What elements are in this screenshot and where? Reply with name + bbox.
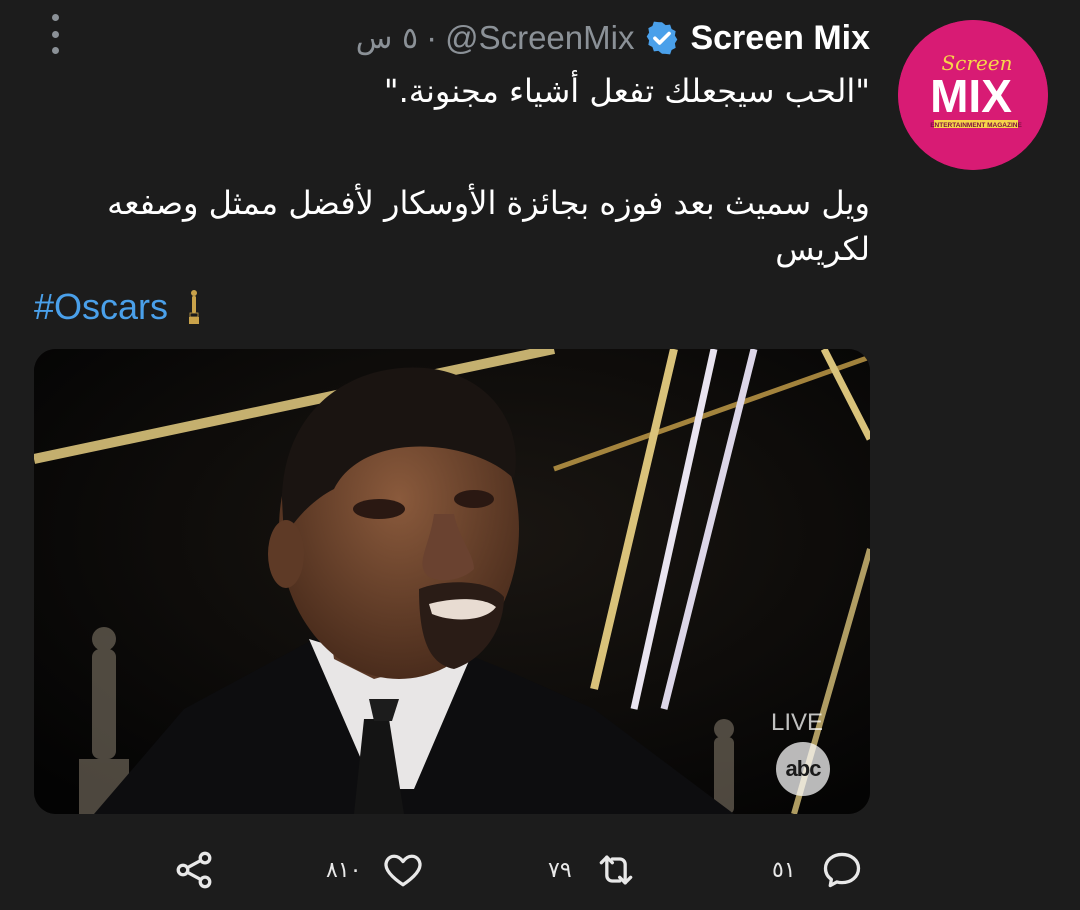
screenmix-logo: Screen MIX ENTERTAINMENT MAGAZINE <box>898 20 1048 170</box>
reply-button[interactable]: ٥١ <box>772 840 864 900</box>
author-avatar[interactable]: Screen MIX ENTERTAINMENT MAGAZINE <box>898 20 1048 170</box>
heart-icon <box>384 854 423 887</box>
share-icon <box>176 851 212 889</box>
live-badge: LIVE <box>770 709 824 736</box>
header-separator: · <box>426 19 438 56</box>
tweet-text-body: ويل سميث بعد فوزه بجائزة الأوسكار لأفضل … <box>107 184 870 222</box>
author-handle[interactable]: @ScreenMix <box>445 19 634 57</box>
oscar-statuette-icon <box>189 290 200 324</box>
reply-count: ٥١ <box>772 857 796 883</box>
tweet-text-body-continued: لكريس <box>775 230 870 268</box>
retweet-button[interactable]: ٧٩ <box>548 840 638 900</box>
oscars-stage-photo <box>34 349 870 814</box>
abc-network-logo: abc <box>776 742 830 796</box>
logo-main-text: MIX <box>930 70 1012 122</box>
like-button[interactable]: ٨١٠ <box>326 840 425 900</box>
like-count: ٨١٠ <box>326 857 362 883</box>
more-vertical-icon[interactable] <box>44 14 66 54</box>
logo-sub-text: ENTERTAINMENT MAGAZINE <box>930 122 1022 129</box>
tweet-action-bar: ٥١ ٧٩ ٨١٠ <box>0 840 1080 900</box>
hashtag-link[interactable]: #Oscars <box>34 286 168 328</box>
retweet-count: ٧٩ <box>548 857 572 883</box>
verified-badge-icon <box>647 21 678 55</box>
tweet-timestamp[interactable]: ٥ س <box>356 21 418 56</box>
retweet-icon <box>599 855 632 885</box>
tweet-header: Screen Mix @ScreenMix · ٥ س <box>356 16 870 60</box>
tweet-media-image[interactable]: LIVE abc <box>34 349 870 814</box>
hashtag-row: #Oscars <box>34 284 202 330</box>
tweet-text-quote: "الحب سيجعلك تفعل أشياء مجنونة." <box>383 72 870 110</box>
reply-icon <box>823 852 860 888</box>
share-button[interactable] <box>172 840 216 900</box>
author-name[interactable]: Screen Mix <box>690 19 870 58</box>
